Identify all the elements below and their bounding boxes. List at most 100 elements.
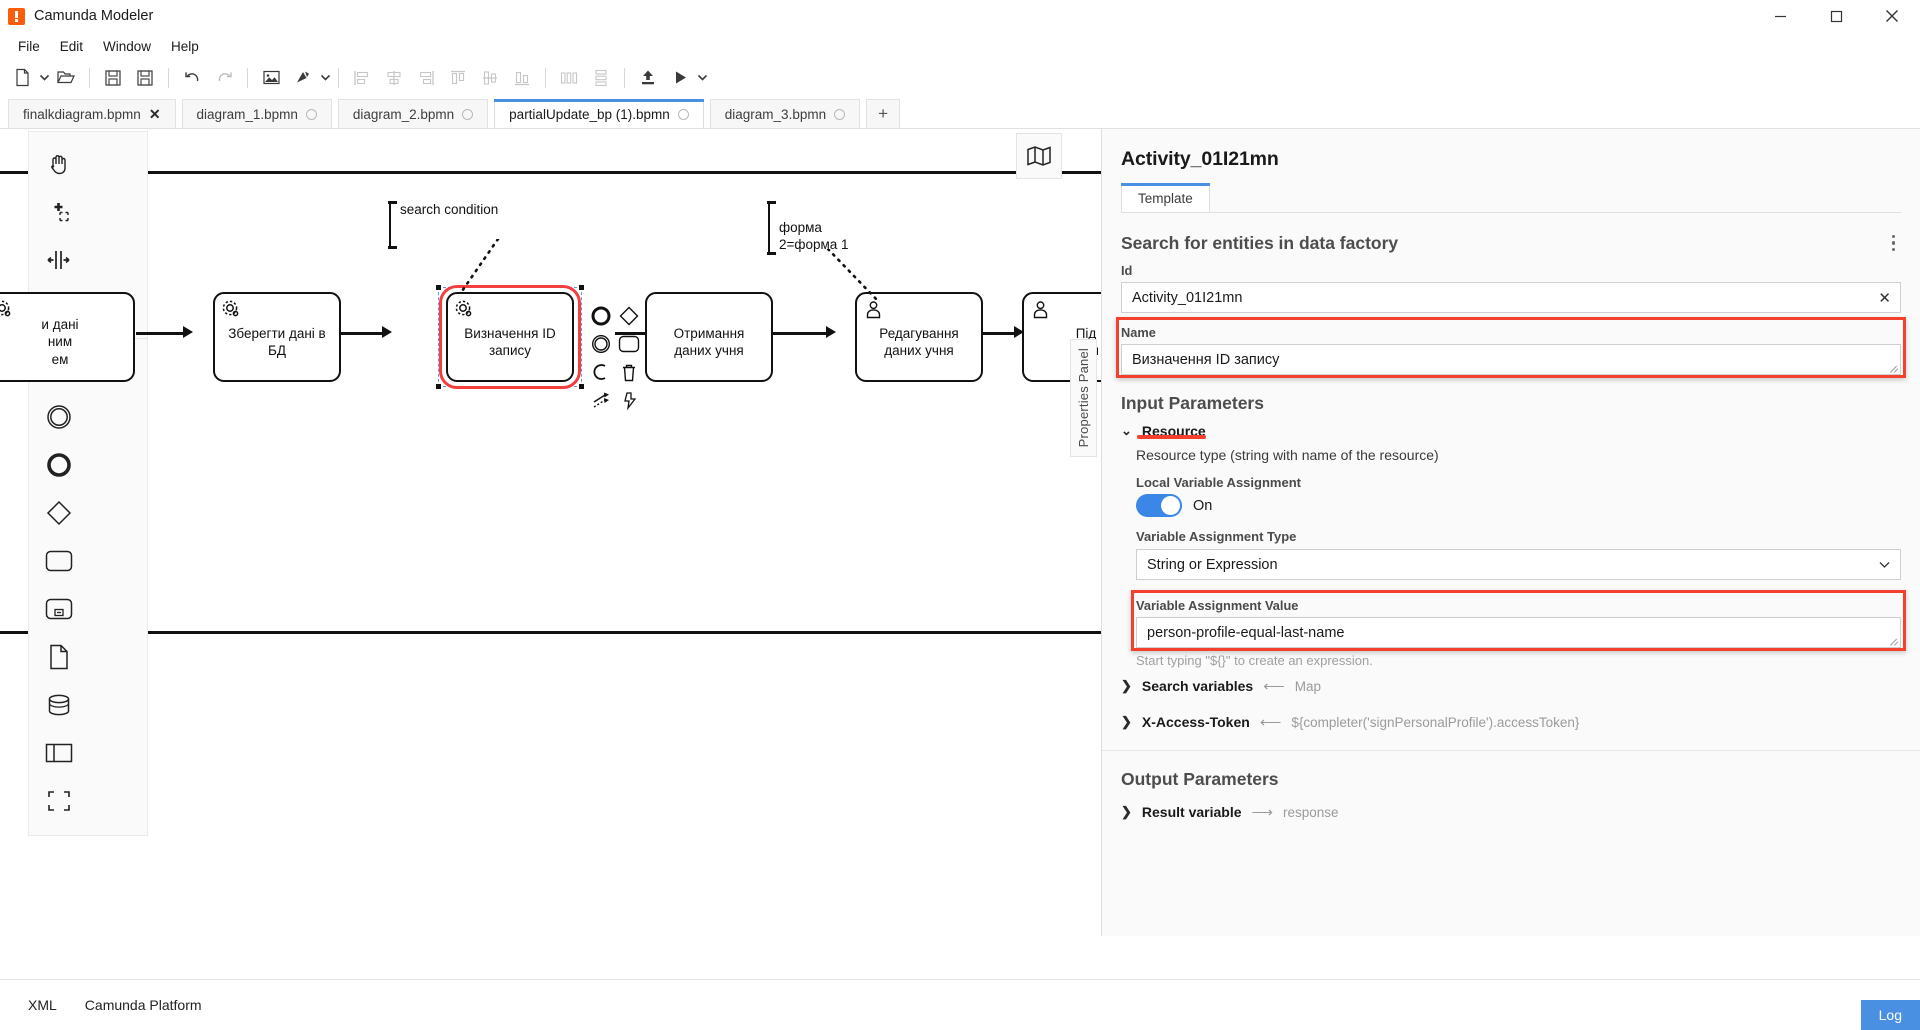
intermediate-event-icon[interactable] xyxy=(29,393,89,441)
hand-tool-icon[interactable] xyxy=(29,140,89,188)
tab-diagram-3[interactable]: diagram_3.bpmn xyxy=(709,99,861,128)
append-intermediate-event-icon[interactable] xyxy=(588,331,614,357)
task-icon[interactable] xyxy=(29,537,89,585)
subprocess-expanded-icon[interactable] xyxy=(29,585,89,633)
text-annotation[interactable]: форма 2=форма 1 xyxy=(767,201,880,255)
maximize-button[interactable] xyxy=(1808,0,1864,33)
append-end-event-icon[interactable] xyxy=(588,303,614,329)
sequence-flow xyxy=(136,332,186,335)
menu-help[interactable]: Help xyxy=(161,37,209,56)
bpmn-canvas[interactable]: и дані ним ем Зберегти дані в БД Визначе… xyxy=(0,129,1104,979)
resize-grip-icon[interactable] xyxy=(1890,364,1898,372)
variable-assignment-value-label: Variable Assignment Value xyxy=(1136,598,1299,614)
align-right-icon[interactable] xyxy=(410,63,442,93)
connect-icon[interactable] xyxy=(588,359,614,385)
data-object-icon[interactable] xyxy=(29,633,89,681)
align-top-icon[interactable] xyxy=(442,63,474,93)
lasso-tool-icon[interactable] xyxy=(29,188,89,236)
x-access-token-row[interactable]: ❯ X-Access-Token ⟵ ${completer('signPers… xyxy=(1102,704,1920,740)
unsaved-dot-icon[interactable] xyxy=(677,108,689,120)
close-icon[interactable]: ✕ xyxy=(149,107,161,121)
tab-diagram-2[interactable]: diagram_2.bpmn xyxy=(337,99,489,128)
tab-template[interactable]: Template xyxy=(1121,183,1210,212)
tool-marker-dropdown-caret-icon[interactable] xyxy=(319,63,331,93)
association-connector xyxy=(458,239,500,296)
task-node[interactable]: и дані ним ем xyxy=(0,292,135,382)
id-input[interactable]: Activity_01I21mn ✕ xyxy=(1121,282,1901,314)
menu-edit[interactable]: Edit xyxy=(50,37,93,56)
result-variable-row[interactable]: ❯ Result variable ⟶ response xyxy=(1102,794,1920,830)
align-bottom-icon[interactable] xyxy=(506,63,538,93)
result-variable-label: Result variable xyxy=(1141,804,1242,821)
selection-handle[interactable] xyxy=(579,285,584,290)
tab-finalkdiagram[interactable]: finalkdiagram.bpmn ✕ xyxy=(8,99,176,128)
minimap-toggle-button[interactable] xyxy=(1016,133,1062,179)
tab-partialupdate-bp[interactable]: partialUpdate_bp (1).bpmn xyxy=(494,99,704,128)
bpmn-palette[interactable] xyxy=(28,131,148,836)
log-button[interactable]: Log xyxy=(1860,1000,1920,1030)
task-node[interactable]: Отримання даних учня xyxy=(645,292,773,382)
align-center-icon[interactable] xyxy=(378,63,410,93)
space-tool-icon[interactable] xyxy=(29,236,89,284)
save-as-icon[interactable] xyxy=(129,63,161,93)
unsaved-dot-icon[interactable] xyxy=(305,108,317,120)
selection-handle[interactable] xyxy=(436,384,441,389)
resource-group-toggle[interactable]: ⌄ Resource xyxy=(1102,414,1920,441)
open-folder-icon[interactable] xyxy=(50,63,82,93)
tool-marker-icon[interactable] xyxy=(287,63,319,93)
service-task-gear-icon xyxy=(455,300,474,323)
deploy-icon[interactable] xyxy=(632,63,664,93)
new-diagram-icon[interactable] xyxy=(6,63,38,93)
undo-icon[interactable] xyxy=(176,63,208,93)
menu-file[interactable]: File xyxy=(8,37,50,56)
save-icon[interactable] xyxy=(97,63,129,93)
delete-icon[interactable] xyxy=(616,359,642,385)
local-variable-assignment-toggle[interactable] xyxy=(1136,494,1182,518)
variable-assignment-value-input[interactable]: person-profile-equal-last-name xyxy=(1136,617,1901,649)
start-instance-icon[interactable] xyxy=(664,63,696,93)
output-parameters-heading: Output Parameters xyxy=(1121,769,1279,790)
editor-tab-bar: finalkdiagram.bpmn ✕ diagram_1.bpmn diag… xyxy=(0,97,1920,129)
new-diagram-dropdown-caret-icon[interactable] xyxy=(38,63,50,93)
align-middle-icon[interactable] xyxy=(474,63,506,93)
distribute-horizontal-icon[interactable] xyxy=(553,63,585,93)
unsaved-dot-icon[interactable] xyxy=(462,108,474,120)
tab-diagram-1[interactable]: diagram_1.bpmn xyxy=(181,99,332,128)
append-task-icon[interactable] xyxy=(616,331,642,357)
task-node[interactable]: Зберегти дані в БД xyxy=(213,292,341,382)
participant-icon[interactable] xyxy=(29,729,89,777)
clear-icon[interactable]: ✕ xyxy=(1878,289,1891,307)
resize-grip-icon[interactable] xyxy=(1890,637,1898,645)
unsaved-dot-icon[interactable] xyxy=(834,108,846,120)
gateway-icon[interactable] xyxy=(29,489,89,537)
group-icon[interactable] xyxy=(29,777,89,825)
properties-panel-toggle[interactable]: Properties Panel xyxy=(1070,339,1097,457)
close-button[interactable] xyxy=(1864,0,1920,33)
properties-panel[interactable]: Activity_01I21mn Template Search for ent… xyxy=(1101,129,1920,936)
menu-window[interactable]: Window xyxy=(93,37,161,56)
name-input[interactable]: Визначення ID запису xyxy=(1121,344,1901,376)
task-label: Редагування даних учня xyxy=(879,325,959,358)
change-type-icon[interactable] xyxy=(588,387,614,413)
template-menu-icon[interactable] xyxy=(1886,231,1901,255)
data-store-icon[interactable] xyxy=(29,681,89,729)
search-variables-label: Search variables xyxy=(1141,678,1254,695)
export-image-icon[interactable] xyxy=(255,63,287,93)
status-engine-label[interactable]: Camunda Platform xyxy=(71,997,216,1013)
start-instance-caret-icon[interactable] xyxy=(696,63,708,93)
append-gateway-icon[interactable] xyxy=(616,303,642,329)
attach-event-icon[interactable] xyxy=(616,387,642,413)
add-tab-button[interactable]: + xyxy=(866,99,901,128)
selection-handle[interactable] xyxy=(579,384,584,389)
search-variables-row[interactable]: ❯ Search variables ⟵ Map xyxy=(1102,668,1920,704)
distribute-vertical-icon[interactable] xyxy=(585,63,617,93)
redo-icon[interactable] xyxy=(208,63,240,93)
end-event-icon[interactable] xyxy=(29,441,89,489)
align-left-icon[interactable] xyxy=(346,63,378,93)
minimize-button[interactable] xyxy=(1752,0,1808,33)
task-node-selected[interactable]: Визначення ID запису xyxy=(439,285,581,389)
status-xml-button[interactable]: XML xyxy=(14,997,71,1013)
variable-assignment-type-select[interactable]: String or Expression xyxy=(1136,549,1901,581)
task-label: и дані ним ем xyxy=(41,317,79,367)
context-pad[interactable] xyxy=(588,303,642,413)
